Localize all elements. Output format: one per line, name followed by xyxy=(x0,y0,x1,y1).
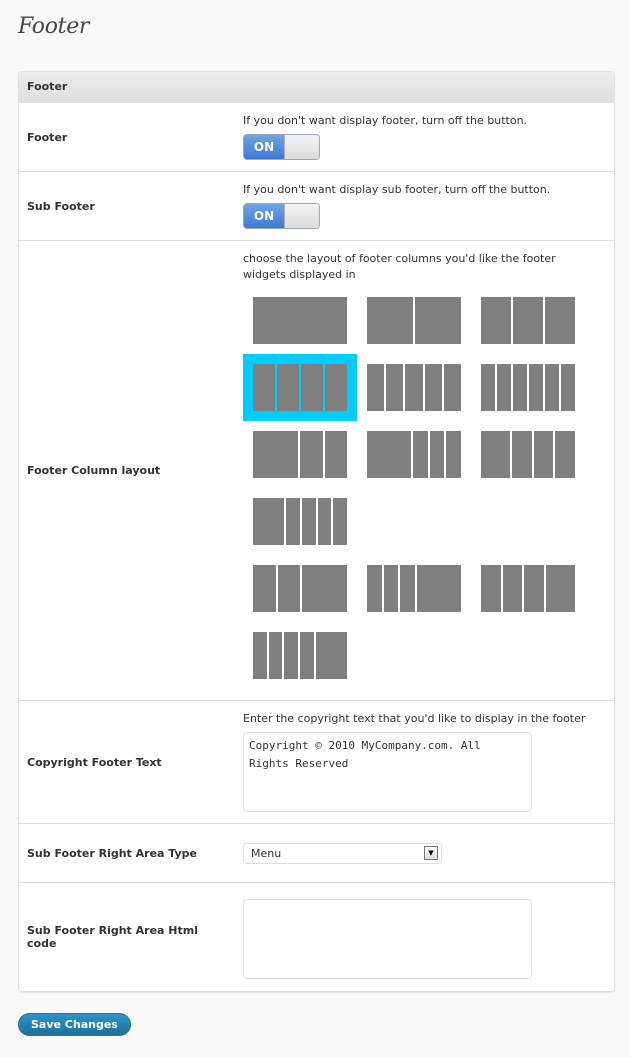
layout-option[interactable] xyxy=(253,498,348,545)
layout-option[interactable] xyxy=(253,632,348,679)
layout-column xyxy=(386,364,404,411)
save-changes-button[interactable]: Save Changes xyxy=(18,1013,131,1036)
layout-column xyxy=(253,498,285,545)
layout-column xyxy=(545,297,575,344)
layout-column xyxy=(315,632,348,679)
sub-footer-row: Sub Footer If you don't want display sub… xyxy=(19,172,614,241)
footer-label: Footer xyxy=(27,130,68,144)
sub-footer-description: If you don't want display sub footer, tu… xyxy=(243,183,551,196)
right-area-type-select[interactable]: Menu ▼ xyxy=(243,842,442,864)
layout-column xyxy=(446,431,462,478)
layout-option[interactable] xyxy=(253,565,347,612)
page-title: Footer xyxy=(18,14,90,39)
layout-options-grid xyxy=(243,297,614,679)
layout-column xyxy=(317,498,332,545)
layout-column xyxy=(268,632,283,679)
layout-column xyxy=(333,498,348,545)
layout-column xyxy=(481,364,495,411)
layout-option[interactable] xyxy=(481,565,576,612)
toggle-on-label: ON xyxy=(244,135,284,159)
layout-column xyxy=(415,297,461,344)
layout-option[interactable] xyxy=(481,297,575,344)
footer-settings-panel: Footer Footer If you don't want display … xyxy=(18,71,615,992)
layout-column xyxy=(324,431,347,478)
right-area-html-row: Sub Footer Right Area Html code xyxy=(19,883,614,991)
right-area-type-label: Sub Footer Right Area Type xyxy=(27,846,198,860)
toggle-knob xyxy=(284,204,319,228)
select-value: Menu xyxy=(251,846,282,860)
layout-column xyxy=(405,364,423,411)
toggle-on-label: ON xyxy=(244,204,284,228)
column-layout-label: Footer Column layout xyxy=(27,464,161,477)
layout-column xyxy=(524,565,544,612)
layout-column xyxy=(325,364,347,411)
layout-column xyxy=(555,431,576,478)
layout-column xyxy=(383,565,399,612)
layout-column xyxy=(367,364,385,411)
copyright-row: Copyright Footer Text Enter the copyrigh… xyxy=(19,701,614,824)
copyright-description: Enter the copyright text that you'd like… xyxy=(243,712,586,725)
layout-column xyxy=(300,431,323,478)
chevron-down-icon[interactable]: ▼ xyxy=(424,846,438,860)
layout-column xyxy=(533,431,554,478)
layout-column xyxy=(529,364,543,411)
layout-column xyxy=(253,632,267,679)
footer-description: If you don't want display footer, turn o… xyxy=(243,114,528,127)
layout-column xyxy=(481,431,511,478)
footer-row: Footer If you don't want display footer,… xyxy=(19,103,614,172)
layout-column xyxy=(277,364,299,411)
layout-column xyxy=(502,565,523,612)
layout-option[interactable] xyxy=(481,364,575,411)
layout-column xyxy=(253,297,347,344)
layout-option[interactable] xyxy=(481,431,576,478)
copyright-label: Copyright Footer Text xyxy=(27,755,162,769)
panel-header: Footer xyxy=(19,72,614,103)
toggle-knob xyxy=(284,135,319,159)
layout-column xyxy=(545,364,559,411)
layout-option[interactable] xyxy=(367,431,462,478)
layout-column xyxy=(561,364,575,411)
layout-column xyxy=(284,632,298,679)
layout-column xyxy=(367,297,413,344)
sub-footer-toggle[interactable]: ON xyxy=(243,203,320,229)
layout-column xyxy=(424,364,442,411)
layout-option[interactable] xyxy=(367,364,462,411)
copyright-textarea[interactable]: Copyright © 2010 MyCompany.com. All Righ… xyxy=(243,732,532,812)
column-layout-description: choose the layout of footer columns you'… xyxy=(243,252,556,281)
layout-option[interactable] xyxy=(253,431,347,478)
layout-column xyxy=(545,565,576,612)
layout-column xyxy=(299,632,314,679)
layout-column xyxy=(367,431,411,478)
layout-column xyxy=(481,297,511,344)
layout-column xyxy=(513,364,527,411)
layout-column xyxy=(497,364,511,411)
layout-column xyxy=(400,565,416,612)
layout-column xyxy=(512,431,532,478)
layout-column xyxy=(443,364,462,411)
right-area-html-textarea[interactable] xyxy=(243,899,532,979)
layout-column xyxy=(417,565,462,612)
layout-column xyxy=(253,364,275,411)
layout-option[interactable] xyxy=(367,297,461,344)
footer-toggle[interactable]: ON xyxy=(243,134,320,160)
right-area-type-row: Sub Footer Right Area Type Menu ▼ xyxy=(19,824,614,883)
layout-column xyxy=(302,498,316,545)
layout-column xyxy=(253,431,298,478)
layout-column xyxy=(513,297,543,344)
column-layout-row: Footer Column layout choose the layout o… xyxy=(19,241,614,701)
layout-column xyxy=(301,364,323,411)
layout-option[interactable] xyxy=(367,565,462,612)
layout-column xyxy=(277,565,300,612)
layout-column xyxy=(429,431,445,478)
right-area-html-label: Sub Footer Right Area Html code xyxy=(27,924,198,950)
sub-footer-label: Sub Footer xyxy=(27,199,95,213)
layout-column xyxy=(367,565,382,612)
layout-option[interactable] xyxy=(253,297,347,344)
layout-column xyxy=(413,431,428,478)
layout-column xyxy=(286,498,301,545)
layout-column xyxy=(253,565,276,612)
layout-option[interactable] xyxy=(243,354,357,421)
layout-column xyxy=(302,565,347,612)
layout-column xyxy=(481,565,501,612)
